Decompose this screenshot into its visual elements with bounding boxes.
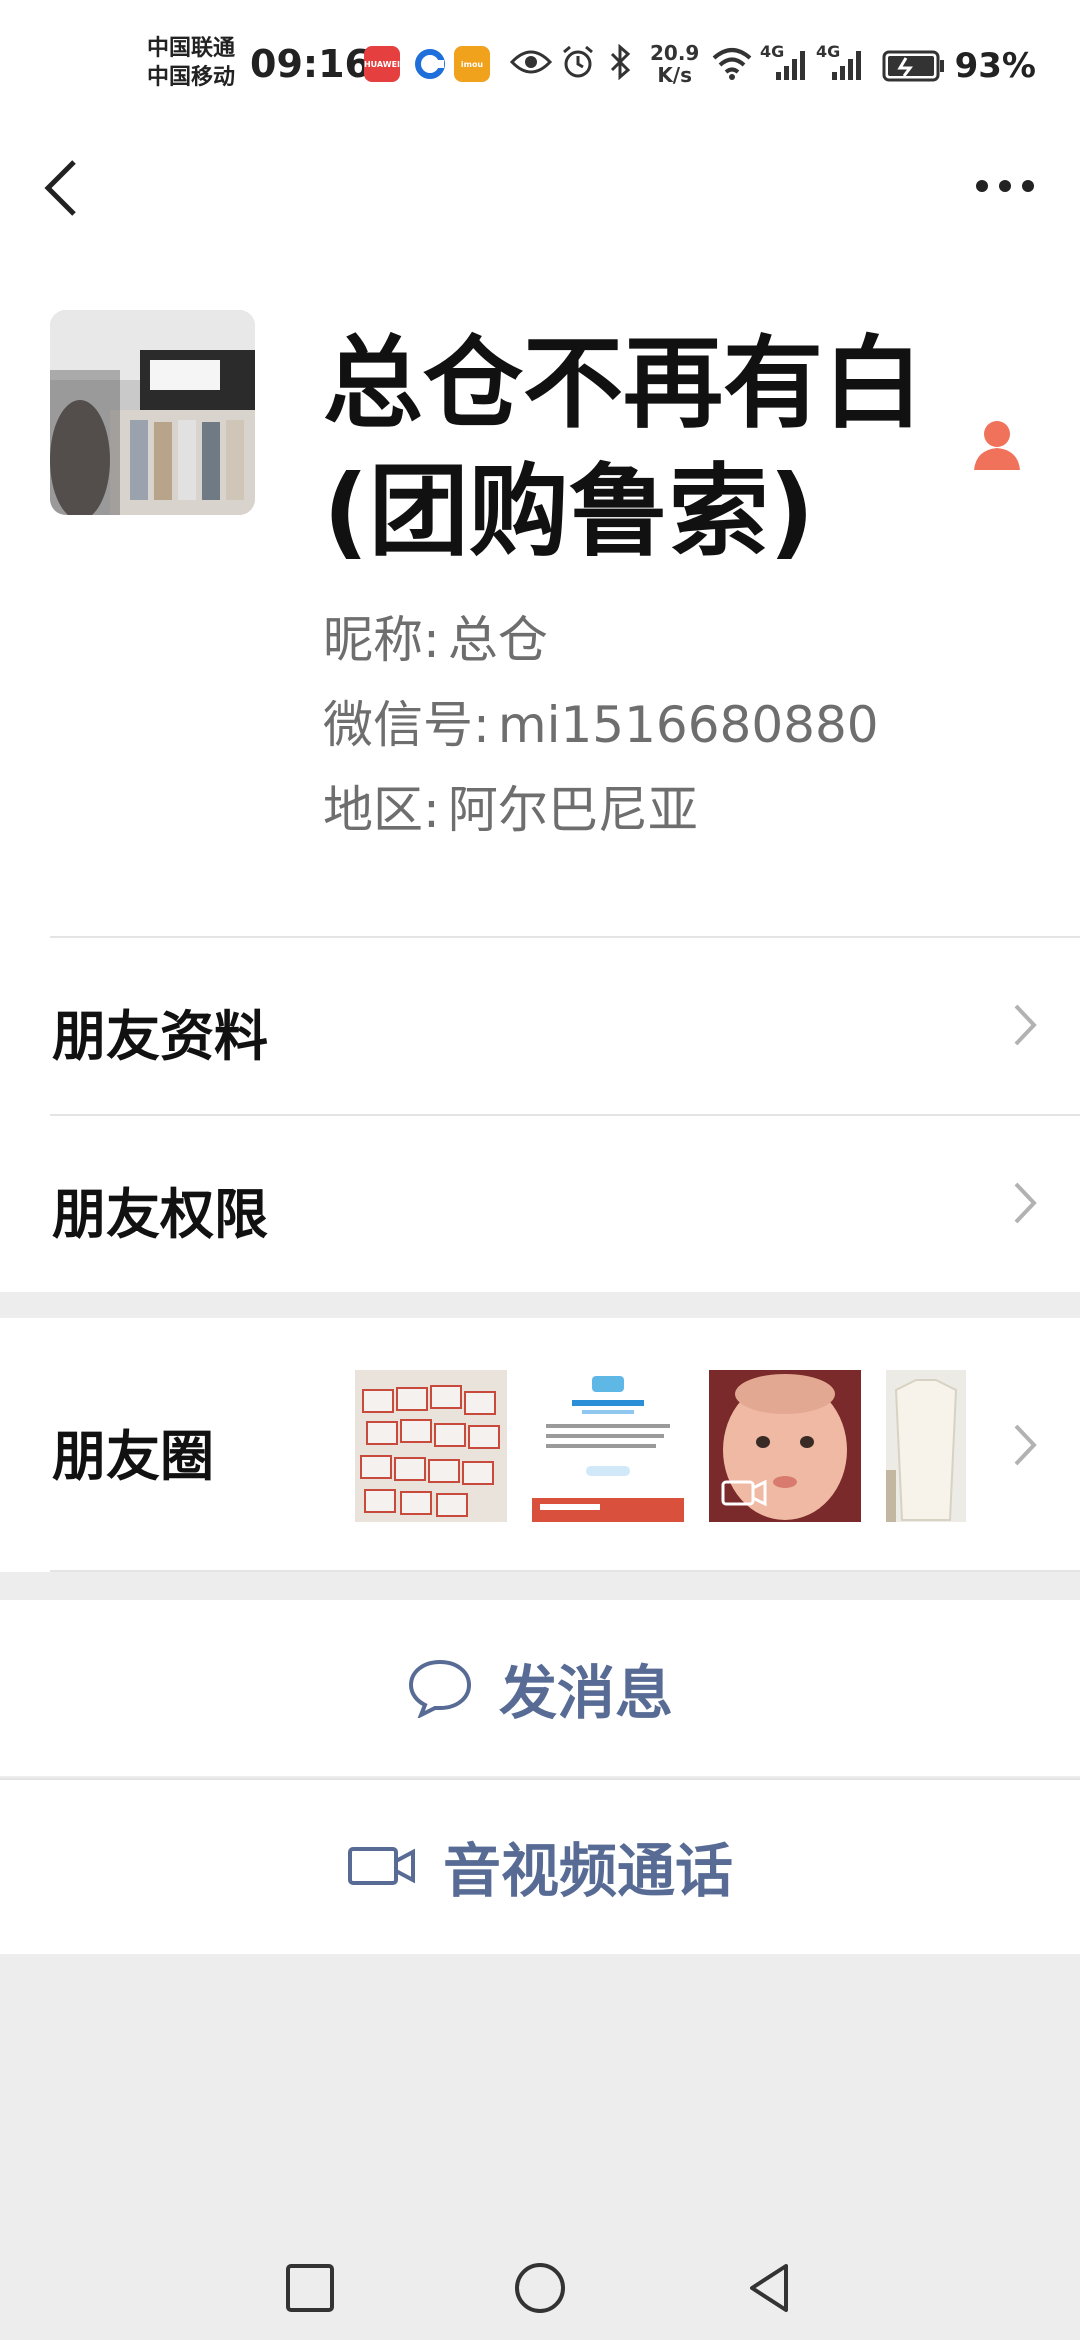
row-moments[interactable]: 朋友圈: [0, 1318, 1080, 1572]
region-label: 地区:: [323, 781, 440, 839]
moments-thumbnail: [532, 1370, 684, 1522]
home-icon[interactable]: [510, 2258, 570, 2318]
back-triangle-icon[interactable]: [740, 2258, 800, 2318]
signal-1-icon: [776, 51, 805, 80]
chevron-left-icon: [44, 160, 76, 216]
moments-thumbnail: [886, 1370, 966, 1522]
profile-header: 总仓不再有白(团购鲁索) 昵称: 总仓 微信号: mi1516680880 地区: 阿…: [0, 250, 1080, 936]
video-call-button[interactable]: 音视频通话: [0, 1778, 1080, 1954]
divider: [0, 1778, 1080, 1780]
row-friend-profile[interactable]: 朋友资料: [0, 936, 1080, 1114]
alarm-icon: [563, 45, 593, 78]
more-button[interactable]: [970, 166, 1040, 206]
chevron-right-icon: [1014, 1004, 1037, 1046]
divider: [50, 936, 1080, 938]
friend-profile-label: 朋友资料: [52, 1005, 268, 1068]
send-message-button[interactable]: 发消息: [0, 1600, 1080, 1776]
nickname-line: 昵称: 总仓: [323, 600, 548, 672]
imou-app-icon: imou: [454, 46, 490, 82]
back-button[interactable]: [40, 156, 84, 220]
signal-2-icon: [832, 51, 861, 80]
wechat-id-label: 微信号:: [323, 696, 490, 754]
wechat-id-line[interactable]: 微信号: mi1516680880: [323, 685, 879, 757]
net-speed-value: 20.9: [650, 41, 700, 65]
network-speed: 20.9 K/s: [650, 42, 699, 86]
moments-thumbnail: [355, 1370, 507, 1522]
net-speed-unit: K/s: [657, 63, 693, 87]
video-camera-icon: [347, 1847, 415, 1885]
recent-apps-icon[interactable]: [280, 2258, 340, 2318]
person-icon: [974, 421, 1020, 470]
clock: 09:16: [250, 42, 371, 86]
carrier-1: 中国联通: [147, 36, 236, 61]
status-bar: 中国联通 中国移动 09:16 HUAWEI imou 20.9 K/s 4G …: [0, 0, 1080, 120]
battery-icon: [882, 50, 944, 82]
moments-label: 朋友圈: [52, 1425, 214, 1488]
huawei-app-icon: HUAWEI: [364, 46, 400, 82]
carrier-labels: 中国联通 中国移动: [147, 34, 235, 92]
chat-bubble-icon: [408, 1659, 471, 1718]
remark-name: 总仓不再有白(团购鲁索): [323, 325, 923, 570]
region-value: 阿尔巴尼亚: [447, 781, 698, 839]
divider: [50, 1114, 1080, 1116]
bank-app-icon: [412, 46, 448, 82]
bluetooth-icon: [610, 44, 631, 80]
avatar[interactable]: [50, 310, 255, 515]
region-line: 地区: 阿尔巴尼亚: [323, 770, 698, 842]
system-nav-bar: [0, 2220, 1080, 2340]
chevron-right-icon: [1014, 1182, 1037, 1224]
divider: [50, 1570, 1080, 1572]
status-icons: 20.9 K/s 4G 4G 93%: [490, 40, 1080, 90]
battery-percentage: 93%: [954, 46, 1036, 86]
row-friend-permissions[interactable]: 朋友权限: [0, 1114, 1080, 1292]
wifi-icon: [712, 48, 752, 80]
video-call-label: 音视频通话: [442, 1837, 733, 1905]
carrier-2: 中国移动: [147, 65, 236, 90]
more-dots-icon: [976, 180, 1034, 192]
nickname-value: 总仓: [447, 611, 548, 669]
eye-icon: [510, 50, 552, 74]
nickname-label: 昵称:: [323, 611, 440, 669]
friend-permissions-label: 朋友权限: [52, 1183, 268, 1246]
moments-thumbnail: [709, 1370, 861, 1522]
send-message-label: 发消息: [498, 1659, 673, 1727]
top-nav: [0, 120, 1080, 250]
chevron-right-icon: [1014, 1424, 1037, 1466]
wechat-id-value[interactable]: mi1516680880: [498, 696, 879, 754]
